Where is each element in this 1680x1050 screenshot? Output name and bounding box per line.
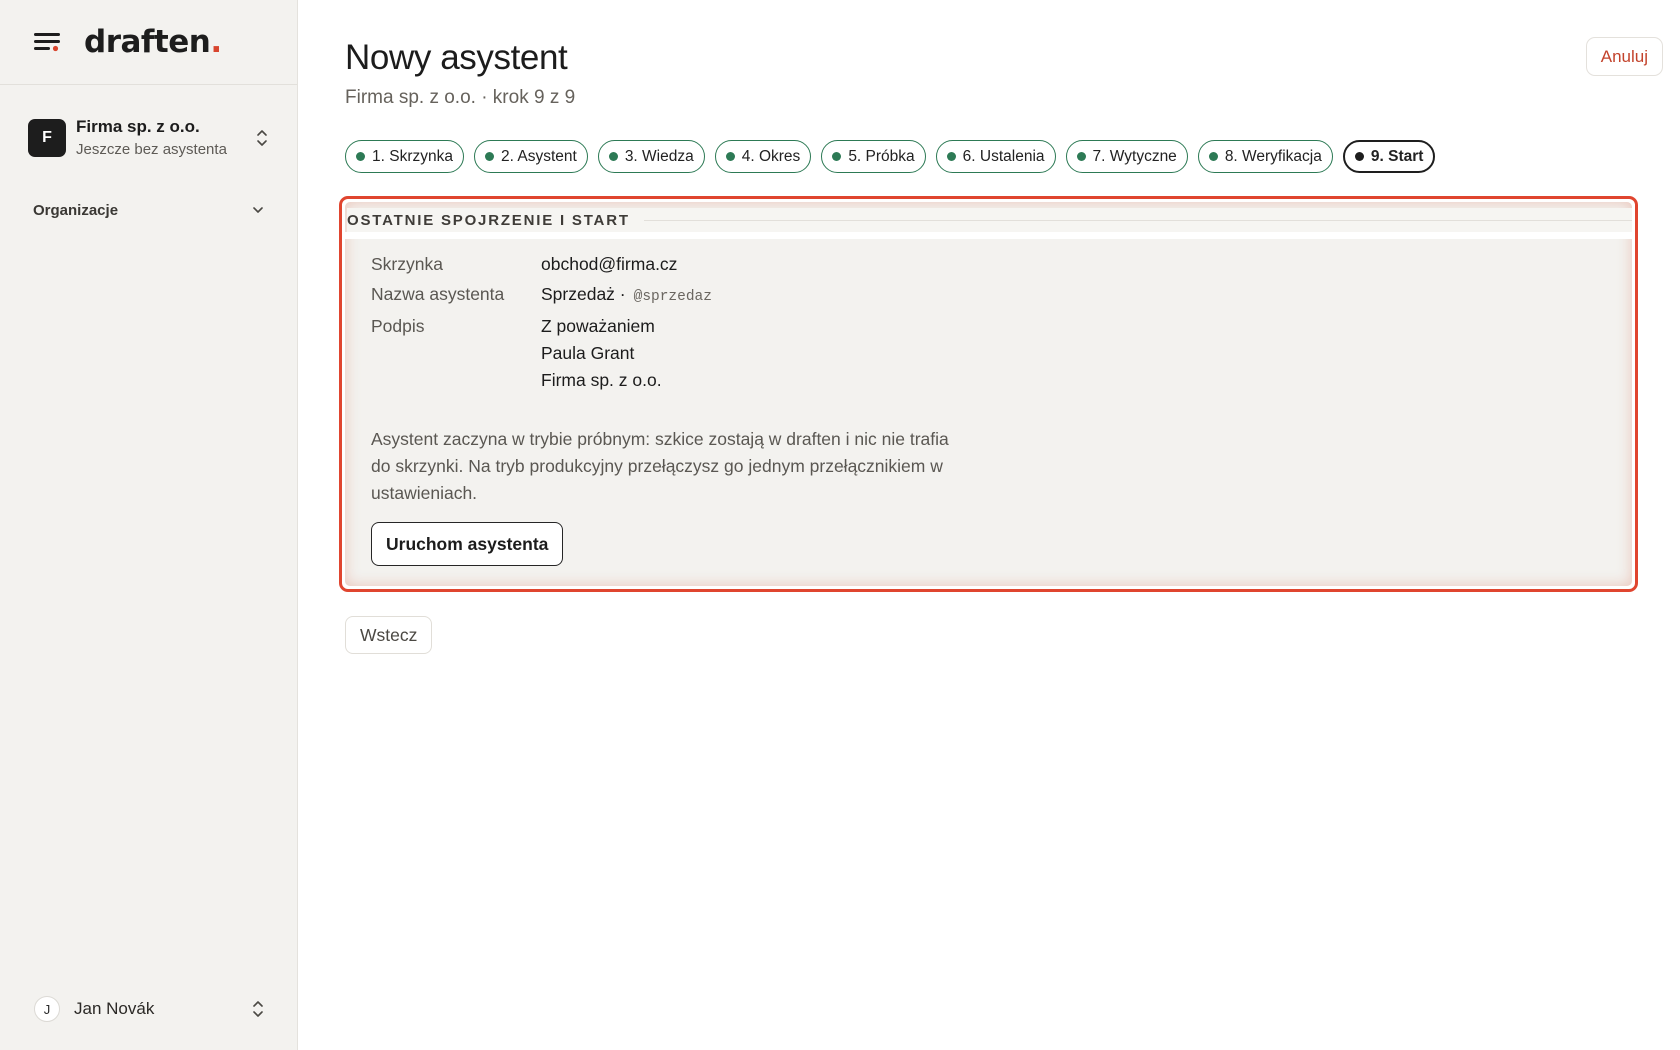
org-avatar: F	[28, 119, 66, 157]
step-done-dot-icon	[1208, 152, 1218, 161]
step-done-dot-icon	[484, 152, 494, 161]
step-label: 5. Próbka	[848, 147, 915, 165]
cancel-button[interactable]: Anuluj	[1585, 37, 1663, 76]
assistant-name-value: Sprzedaż · @sprzedaz	[541, 281, 712, 311]
assistant-handle: @sprzedaz	[633, 289, 712, 305]
page-subtitle: Firma sp. z o.o. · krok 9 z 9	[345, 87, 576, 108]
step-done-dot-icon	[1076, 152, 1086, 161]
signature-line: Paula Grant	[541, 343, 635, 363]
assistant-name-label: Nazwa asystenta	[371, 284, 505, 304]
step-4-okres[interactable]: 4. Okres	[714, 140, 812, 173]
step-label: 3. Wiedza	[624, 147, 694, 165]
step-label: 8. Weryfikacja	[1224, 147, 1322, 165]
divider	[643, 219, 1632, 221]
user-menu[interactable]: J Jan Novák	[34, 994, 266, 1024]
menu-icon[interactable]	[34, 31, 60, 53]
step-9-start[interactable]: 9. Start	[1342, 140, 1436, 173]
user-avatar: J	[34, 996, 60, 1022]
organizations-section-label: Organizacje	[33, 201, 119, 219]
step-done-dot-icon	[832, 152, 842, 161]
step-8-weryfikacja[interactable]: 8. Weryfikacja	[1197, 140, 1333, 173]
step-done-dot-icon	[725, 152, 735, 161]
wizard-steps: 1. Skrzynka 2. Asystent 3. Wiedza 4. Okr…	[345, 140, 1436, 173]
user-name: Jan Novák	[74, 999, 155, 1018]
final-review-panel: OSTATNIE SPOJRZENIE I START Skrzynka obc…	[339, 196, 1638, 592]
step-label: 9. Start	[1370, 147, 1424, 165]
signature-line: Z poważaniem	[541, 316, 655, 336]
org-switcher[interactable]: F Firma sp. z o.o. Jeszcze bez asystenta	[28, 116, 270, 160]
page-title: Nowy asystent	[345, 38, 568, 77]
mailbox-row: Skrzynka obchod@firma.cz	[371, 251, 971, 278]
review-title: OSTATNIE SPOJRZENIE I START	[347, 211, 630, 229]
trial-mode-notice: Asystent zaczyna w trybie próbnym: szkic…	[371, 429, 949, 503]
step-label: 4. Okres	[741, 147, 801, 165]
signature-line: Firma sp. z o.o.	[541, 370, 662, 390]
step-label: 7. Wytyczne	[1092, 147, 1177, 165]
org-text: Firma sp. z o.o. Jeszcze bez asystenta	[76, 117, 254, 159]
step-done-dot-icon	[946, 152, 956, 161]
step-2-asystent[interactable]: 2. Asystent	[473, 140, 588, 173]
main-content: Nowy asystent Firma sp. z o.o. · krok 9 …	[298, 0, 1680, 1050]
step-6-ustalenia[interactable]: 6. Ustalenia	[935, 140, 1056, 173]
step-3-wiedza[interactable]: 3. Wiedza	[597, 140, 705, 173]
step-done-dot-icon	[608, 152, 618, 161]
signature-label: Podpis	[371, 316, 425, 336]
final-review-card: OSTATNIE SPOJRZENIE I START Skrzynka obc…	[345, 202, 1632, 586]
step-5-probka[interactable]: 5. Próbka	[821, 140, 926, 173]
divider	[345, 232, 1632, 239]
launch-assistant-button[interactable]: Uruchom asystenta	[371, 522, 564, 566]
step-label: 6. Ustalenia	[962, 147, 1045, 165]
logo-text: draften	[84, 24, 211, 60]
step-done-dot-icon	[356, 152, 365, 161]
mailbox-label: Skrzynka	[371, 254, 443, 274]
sidebar-header: draften.	[0, 0, 297, 85]
sidebar: draften. F Firma sp. z o.o. Jeszcze bez …	[0, 0, 298, 1050]
step-active-dot-icon	[1354, 152, 1364, 161]
step-label: 2. Asystent	[500, 147, 577, 165]
step-7-wytyczne[interactable]: 7. Wytyczne	[1065, 140, 1188, 173]
step-label: 1. Skrzynka	[372, 147, 453, 165]
chevron-down-icon	[253, 207, 263, 213]
signature-row: Podpis Z poważaniem Paula Grant Firma sp…	[371, 313, 971, 394]
logo-dot: .	[210, 24, 222, 60]
app-logo[interactable]: draften.	[84, 24, 222, 60]
chevron-up-down-icon	[253, 1001, 263, 1017]
organizations-section-toggle[interactable]: Organizacje	[33, 198, 265, 222]
back-button[interactable]: Wstecz	[345, 616, 433, 654]
org-name: Firma sp. z o.o.	[76, 117, 200, 136]
assistant-name: Sprzedaż ·	[541, 284, 626, 304]
review-header: OSTATNIE SPOJRZENIE I START	[347, 208, 1632, 232]
assistant-name-row: Nazwa asystenta Sprzedaż · @sprzedaz	[371, 281, 971, 311]
mailbox-value: obchod@firma.cz	[541, 254, 678, 274]
chevron-up-down-icon	[257, 130, 267, 146]
org-subtitle: Jeszcze bez asystenta	[76, 141, 227, 158]
step-1-skrzynka[interactable]: 1. Skrzynka	[345, 140, 464, 173]
signature-value: Z poważaniem Paula Grant Firma sp. z o.o…	[541, 313, 662, 394]
